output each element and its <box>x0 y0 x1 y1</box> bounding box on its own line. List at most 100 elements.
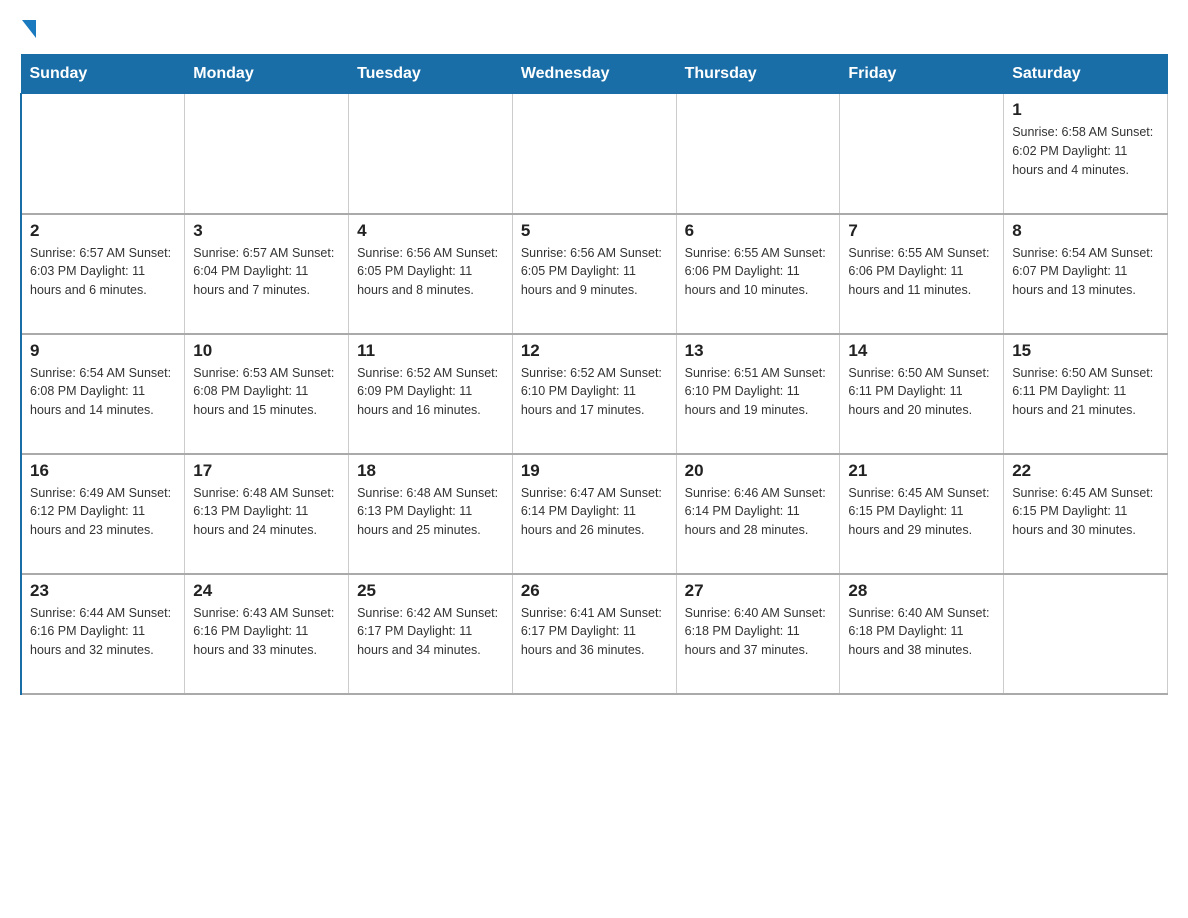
calendar-cell: 10 Sunrise: 6:53 AM Sunset: 6:08 PM Dayli… <box>185 334 349 454</box>
calendar-cell: 18Sunrise: 6:48 AM Sunset: 6:13 PM Dayli… <box>349 454 513 574</box>
day-number: 11 <box>357 341 504 361</box>
logo <box>20 20 36 44</box>
day-info: Sunrise: 6:56 AM Sunset: 6:05 PM Dayligh… <box>357 244 504 300</box>
weekday-header-sunday: Sunday <box>21 55 185 94</box>
calendar-week-row: 16 Sunrise: 6:49 AM Sunset: 6:12 PM Dayli… <box>21 454 1168 574</box>
day-info: Sunrise: 6:57 AM Sunset: 6:04 PM Dayligh… <box>193 244 340 300</box>
day-number: 10 <box>193 341 340 361</box>
day-number: 15 <box>1012 341 1159 361</box>
weekday-header-friday: Friday <box>840 55 1004 94</box>
day-info: Sunrise: 6:46 AM Sunset: 6:14 PM Dayligh… <box>685 484 832 540</box>
day-info: Sunrise: 6:44 AM Sunset: 6:16 PM Dayligh… <box>30 604 176 660</box>
calendar-cell: 16 Sunrise: 6:49 AM Sunset: 6:12 PM Dayli… <box>21 454 185 574</box>
calendar-cell: 8 Sunrise: 6:54 AM Sunset: 6:07 PM Daylig… <box>1004 214 1168 334</box>
page-header <box>20 20 1168 44</box>
weekday-header-monday: Monday <box>185 55 349 94</box>
day-number: 21 <box>848 461 995 481</box>
day-number: 23 <box>30 581 176 601</box>
calendar-cell: 7 Sunrise: 6:55 AM Sunset: 6:06 PM Daylig… <box>840 214 1004 334</box>
calendar-cell: 14 Sunrise: 6:50 AM Sunset: 6:11 PM Dayli… <box>840 334 1004 454</box>
day-number: 27 <box>685 581 832 601</box>
calendar-week-row: 9 Sunrise: 6:54 AM Sunset: 6:08 PM Daylig… <box>21 334 1168 454</box>
day-info: Sunrise: 6:45 AM Sunset: 6:15 PM Dayligh… <box>848 484 995 540</box>
day-number: 26 <box>521 581 668 601</box>
day-info: Sunrise: 6:42 AM Sunset: 6:17 PM Dayligh… <box>357 604 504 660</box>
day-number: 6 <box>685 221 832 241</box>
day-info: Sunrise: 6:41 AM Sunset: 6:17 PM Dayligh… <box>521 604 668 660</box>
day-info: Sunrise: 6:40 AM Sunset: 6:18 PM Dayligh… <box>848 604 995 660</box>
calendar-cell: 27 Sunrise: 6:40 AM Sunset: 6:18 PM Dayli… <box>676 574 840 694</box>
day-number: 1 <box>1012 100 1159 120</box>
calendar-cell <box>1004 574 1168 694</box>
day-number: 7 <box>848 221 995 241</box>
calendar-week-row: 23 Sunrise: 6:44 AM Sunset: 6:16 PM Dayli… <box>21 574 1168 694</box>
calendar-cell: 13 Sunrise: 6:51 AM Sunset: 6:10 PM Dayli… <box>676 334 840 454</box>
weekday-header-wednesday: Wednesday <box>512 55 676 94</box>
calendar-cell <box>676 94 840 214</box>
day-info: Sunrise: 6:51 AM Sunset: 6:10 PM Dayligh… <box>685 364 832 420</box>
calendar-cell: 12 Sunrise: 6:52 AM Sunset: 6:10 PM Dayli… <box>512 334 676 454</box>
day-info: Sunrise: 6:48 AM Sunset: 6:13 PM Dayligh… <box>193 484 340 540</box>
calendar-week-row: 1 Sunrise: 6:58 AM Sunset: 6:02 PM Daylig… <box>21 94 1168 214</box>
calendar-cell <box>185 94 349 214</box>
calendar-cell: 22 Sunrise: 6:45 AM Sunset: 6:15 PM Dayli… <box>1004 454 1168 574</box>
day-info: Sunrise: 6:54 AM Sunset: 6:08 PM Dayligh… <box>30 364 176 420</box>
calendar-table: SundayMondayTuesdayWednesdayThursdayFrid… <box>20 54 1168 695</box>
day-number: 16 <box>30 461 176 481</box>
calendar-cell: 28Sunrise: 6:40 AM Sunset: 6:18 PM Dayli… <box>840 574 1004 694</box>
weekday-header-row: SundayMondayTuesdayWednesdayThursdayFrid… <box>21 55 1168 94</box>
day-number: 14 <box>848 341 995 361</box>
day-info: Sunrise: 6:53 AM Sunset: 6:08 PM Dayligh… <box>193 364 340 420</box>
day-number: 13 <box>685 341 832 361</box>
day-number: 8 <box>1012 221 1159 241</box>
calendar-cell: 24 Sunrise: 6:43 AM Sunset: 6:16 PM Dayli… <box>185 574 349 694</box>
calendar-cell: 3 Sunrise: 6:57 AM Sunset: 6:04 PM Daylig… <box>185 214 349 334</box>
day-number: 19 <box>521 461 668 481</box>
calendar-cell <box>349 94 513 214</box>
day-number: 22 <box>1012 461 1159 481</box>
calendar-cell: 6 Sunrise: 6:55 AM Sunset: 6:06 PM Daylig… <box>676 214 840 334</box>
day-number: 25 <box>357 581 504 601</box>
day-info: Sunrise: 6:45 AM Sunset: 6:15 PM Dayligh… <box>1012 484 1159 540</box>
day-info: Sunrise: 6:49 AM Sunset: 6:12 PM Dayligh… <box>30 484 176 540</box>
day-info: Sunrise: 6:50 AM Sunset: 6:11 PM Dayligh… <box>1012 364 1159 420</box>
calendar-cell <box>21 94 185 214</box>
calendar-cell <box>512 94 676 214</box>
calendar-cell: 5Sunrise: 6:56 AM Sunset: 6:05 PM Daylig… <box>512 214 676 334</box>
day-info: Sunrise: 6:54 AM Sunset: 6:07 PM Dayligh… <box>1012 244 1159 300</box>
calendar-cell: 25 Sunrise: 6:42 AM Sunset: 6:17 PM Dayli… <box>349 574 513 694</box>
calendar-cell: 11Sunrise: 6:52 AM Sunset: 6:09 PM Dayli… <box>349 334 513 454</box>
day-number: 18 <box>357 461 504 481</box>
day-number: 9 <box>30 341 176 361</box>
weekday-header-tuesday: Tuesday <box>349 55 513 94</box>
day-number: 12 <box>521 341 668 361</box>
day-number: 24 <box>193 581 340 601</box>
calendar-cell: 21 Sunrise: 6:45 AM Sunset: 6:15 PM Dayli… <box>840 454 1004 574</box>
day-number: 5 <box>521 221 668 241</box>
day-info: Sunrise: 6:55 AM Sunset: 6:06 PM Dayligh… <box>848 244 995 300</box>
day-info: Sunrise: 6:58 AM Sunset: 6:02 PM Dayligh… <box>1012 123 1159 179</box>
calendar-cell: 4 Sunrise: 6:56 AM Sunset: 6:05 PM Daylig… <box>349 214 513 334</box>
day-info: Sunrise: 6:43 AM Sunset: 6:16 PM Dayligh… <box>193 604 340 660</box>
calendar-cell: 9 Sunrise: 6:54 AM Sunset: 6:08 PM Daylig… <box>21 334 185 454</box>
day-info: Sunrise: 6:52 AM Sunset: 6:10 PM Dayligh… <box>521 364 668 420</box>
day-info: Sunrise: 6:50 AM Sunset: 6:11 PM Dayligh… <box>848 364 995 420</box>
calendar-cell: 1 Sunrise: 6:58 AM Sunset: 6:02 PM Daylig… <box>1004 94 1168 214</box>
day-number: 20 <box>685 461 832 481</box>
day-info: Sunrise: 6:40 AM Sunset: 6:18 PM Dayligh… <box>685 604 832 660</box>
calendar-cell: 20 Sunrise: 6:46 AM Sunset: 6:14 PM Dayli… <box>676 454 840 574</box>
calendar-cell: 19 Sunrise: 6:47 AM Sunset: 6:14 PM Dayli… <box>512 454 676 574</box>
day-info: Sunrise: 6:55 AM Sunset: 6:06 PM Dayligh… <box>685 244 832 300</box>
weekday-header-thursday: Thursday <box>676 55 840 94</box>
day-info: Sunrise: 6:57 AM Sunset: 6:03 PM Dayligh… <box>30 244 176 300</box>
day-info: Sunrise: 6:47 AM Sunset: 6:14 PM Dayligh… <box>521 484 668 540</box>
calendar-week-row: 2 Sunrise: 6:57 AM Sunset: 6:03 PM Daylig… <box>21 214 1168 334</box>
day-number: 17 <box>193 461 340 481</box>
calendar-cell: 15 Sunrise: 6:50 AM Sunset: 6:11 PM Dayli… <box>1004 334 1168 454</box>
logo-arrow-icon <box>22 20 36 38</box>
day-number: 4 <box>357 221 504 241</box>
day-number: 2 <box>30 221 176 241</box>
calendar-cell: 23 Sunrise: 6:44 AM Sunset: 6:16 PM Dayli… <box>21 574 185 694</box>
day-number: 3 <box>193 221 340 241</box>
calendar-cell: 2 Sunrise: 6:57 AM Sunset: 6:03 PM Daylig… <box>21 214 185 334</box>
